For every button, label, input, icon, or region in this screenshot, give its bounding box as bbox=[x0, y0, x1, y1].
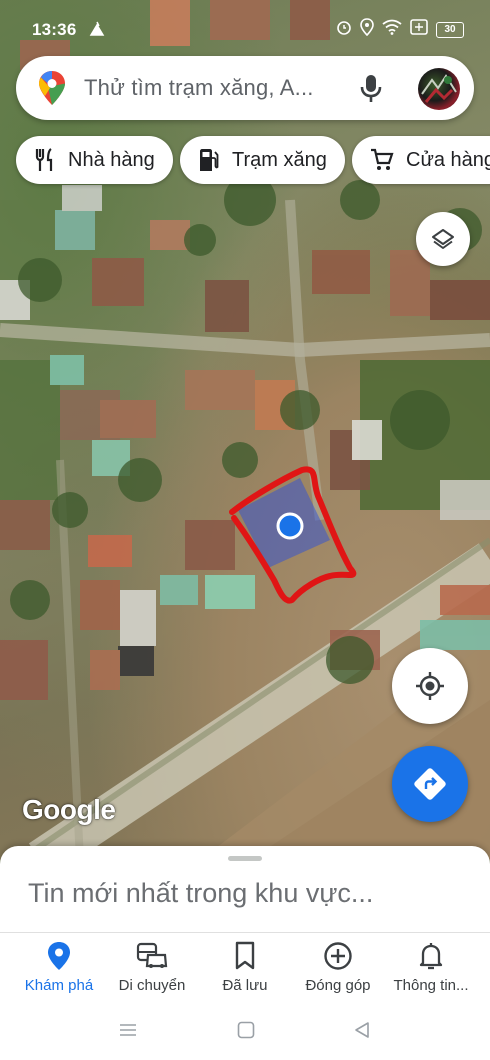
nav-label: Khám phá bbox=[24, 977, 94, 994]
nav-label: Đóng góp bbox=[305, 977, 371, 994]
google-attribution: Google bbox=[22, 794, 116, 825]
home-icon[interactable] bbox=[236, 1020, 256, 1040]
gps-crosshair-icon bbox=[416, 672, 444, 700]
alarm-icon bbox=[336, 19, 352, 40]
sheet-drag-handle[interactable] bbox=[228, 856, 262, 861]
explore-pin-icon bbox=[48, 942, 70, 970]
chip-label: Trạm xăng bbox=[232, 148, 327, 171]
status-bar: 13:36 30 bbox=[0, 0, 490, 56]
category-chips: Nhà hàng Trạm xăng Cửa hàng bbox=[16, 136, 490, 184]
nav-contribute[interactable]: Đóng góp bbox=[289, 941, 387, 1001]
cleaner-icon bbox=[88, 20, 106, 43]
commute-icon bbox=[136, 942, 168, 968]
google-maps-logo-icon bbox=[39, 71, 65, 105]
back-icon[interactable] bbox=[352, 1020, 372, 1040]
nav-saved[interactable]: Đã lưu bbox=[196, 941, 294, 1001]
system-navigation-bar bbox=[0, 1004, 490, 1060]
nav-label: Di chuyển bbox=[118, 977, 186, 994]
layers-icon bbox=[432, 229, 454, 249]
chip-label: Nhà hàng bbox=[68, 148, 155, 171]
avatar-image bbox=[421, 74, 457, 103]
bell-icon bbox=[419, 943, 443, 970]
bookmark-icon bbox=[235, 941, 255, 970]
nav-updates[interactable]: Thông tin... bbox=[382, 941, 480, 1001]
map-layers-button[interactable] bbox=[416, 212, 470, 266]
satellite-map[interactable] bbox=[0, 0, 490, 860]
wifi-icon bbox=[382, 19, 402, 40]
chip-gas-stations[interactable]: Trạm xăng bbox=[180, 136, 345, 184]
microphone-icon[interactable] bbox=[358, 73, 384, 103]
sheet-title: Tin mới nhất trong khu vực... bbox=[28, 878, 374, 908]
status-time: 13:36 bbox=[32, 20, 77, 39]
nav-label: Đã lưu bbox=[222, 977, 268, 994]
battery-indicator: 30 bbox=[436, 21, 464, 38]
map-terrain bbox=[0, 0, 490, 860]
account-avatar[interactable] bbox=[418, 68, 460, 110]
chip-label: Cửa hàng bbox=[406, 148, 490, 171]
status-icons: 30 bbox=[336, 18, 464, 41]
chip-shops[interactable]: Cửa hàng bbox=[352, 136, 490, 184]
current-location-dot bbox=[276, 512, 304, 540]
shopping-cart-icon bbox=[371, 148, 394, 170]
add-circle-icon bbox=[324, 942, 352, 970]
nav-label: Thông tin... bbox=[393, 977, 469, 994]
directions-turn-icon bbox=[414, 768, 446, 800]
location-status-icon bbox=[360, 18, 374, 41]
gas-station-icon bbox=[200, 149, 219, 171]
nav-explore[interactable]: Khám phá bbox=[10, 941, 108, 1001]
bottom-navigation: Khám phá Di chuyển Đã lưu Đóng góp Thông… bbox=[0, 932, 490, 1004]
directions-button[interactable] bbox=[392, 746, 468, 822]
nav-commute[interactable]: Di chuyển bbox=[103, 941, 201, 1001]
my-location-button[interactable] bbox=[392, 648, 468, 724]
chip-restaurants[interactable]: Nhà hàng bbox=[16, 136, 173, 184]
search-bar[interactable]: Thử tìm trạm xăng, A... bbox=[16, 56, 474, 120]
menu-icon[interactable] bbox=[118, 1020, 138, 1040]
restaurant-icon bbox=[35, 148, 53, 171]
search-input[interactable]: Thử tìm trạm xăng, A... bbox=[84, 75, 314, 101]
sim-card-icon bbox=[410, 19, 428, 40]
